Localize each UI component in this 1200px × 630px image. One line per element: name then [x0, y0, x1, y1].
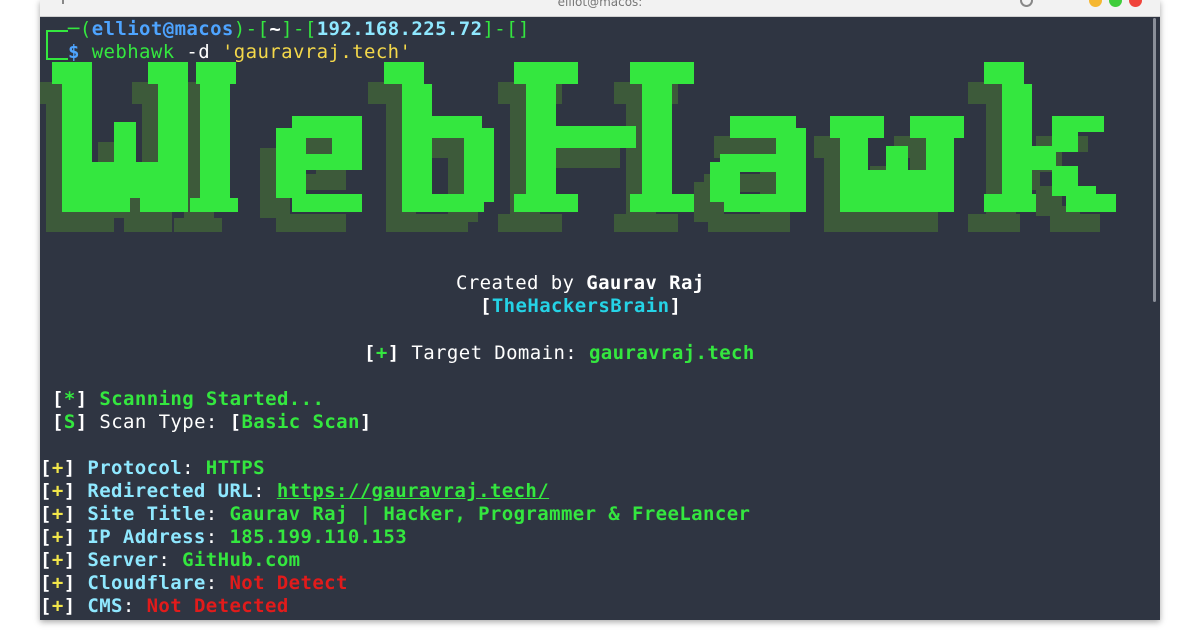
result-label: Protocol — [87, 457, 183, 479]
scan-started-line: [*] Scanning Started... — [52, 388, 325, 410]
target-label: Target Domain: — [411, 342, 578, 364]
result-marker: + — [51, 526, 64, 548]
result-row: [+] Protocol: HTTPS — [40, 457, 265, 479]
scan-started-marker: * — [63, 388, 76, 410]
result-value: Not Detected — [146, 595, 289, 617]
result-row: [+] Site Title: Gaurav Raj | Hacker, Pro… — [40, 503, 751, 525]
result-value: Not Detect — [229, 572, 348, 594]
result-row: [+] IP Address: 185.199.110.153 — [40, 526, 408, 548]
prompt-symbol: $ — [68, 41, 80, 63]
command-line: $ webhawk -d 'gauravraj.tech' — [68, 41, 411, 64]
result-link[interactable]: https://gauravraj.tech/ — [277, 480, 549, 502]
scan-type-marker: S — [63, 411, 76, 433]
result-value: 185.199.110.153 — [229, 526, 408, 548]
prompt-frame — [46, 30, 68, 60]
command-name: webhawk — [91, 41, 175, 63]
result-label: Server — [87, 549, 159, 571]
result-row: [+] Server: GitHub.com — [40, 549, 301, 571]
result-marker: + — [51, 457, 64, 479]
target-marker: + — [375, 342, 388, 364]
terminal-window: elliot@macos: ─(elliot@macos)-[~]-[192.1… — [40, 0, 1160, 620]
prompt-user: elliot — [91, 18, 163, 40]
window-title: elliot@macos: — [557, 0, 643, 9]
result-label: Site Title — [87, 503, 206, 525]
result-value: Gaurav Raj | Hacker, Programmer & FreeLa… — [229, 503, 751, 525]
created-by-line: Created by Gaurav Raj — [456, 272, 705, 295]
team-name: TheHackersBrain — [491, 295, 670, 317]
command-flag: -d — [186, 41, 211, 63]
author-name: Gaurav Raj — [586, 272, 705, 294]
result-row: [+] CMS: Not Detected — [40, 595, 289, 617]
result-marker: + — [51, 572, 64, 594]
prompt-host: macos — [174, 18, 234, 40]
result-value: HTTPS — [205, 457, 265, 479]
result-marker: + — [51, 595, 64, 617]
command-arg: 'gauravraj.tech' — [221, 41, 412, 63]
result-marker: + — [51, 503, 64, 525]
prompt-line: ─(elliot@macos)-[~]-[192.168.225.72]-[] — [68, 18, 530, 40]
target-value: gauravraj.tech — [588, 342, 755, 364]
result-row: [+] Redirected URL: https://gauravraj.te… — [40, 480, 550, 502]
result-row: [+] Cloudflare: Not Detect — [40, 572, 348, 594]
result-value: GitHub.com — [182, 549, 301, 571]
scan-type-label: Scan Type: — [99, 411, 218, 433]
result-label: Cloudflare — [87, 572, 206, 594]
webhawk-banner — [40, 62, 1116, 232]
result-label: CMS — [87, 595, 123, 617]
result-marker: + — [51, 549, 64, 571]
created-by-label: Created by — [456, 272, 575, 294]
target-domain-line: [+] Target Domain: gauravraj.tech — [364, 342, 755, 364]
team-line: [TheHackersBrain] — [480, 295, 682, 317]
prompt-dir: ~ — [269, 18, 282, 40]
result-label: Redirected URL — [87, 480, 254, 502]
result-label: IP Address — [87, 526, 206, 548]
scan-type-line: [S] Scan Type: [Basic Scan] — [52, 411, 372, 433]
scan-type-value: Basic Scan — [241, 411, 360, 433]
title-bar: elliot@macos: — [40, 0, 1160, 17]
scan-started-text: Scanning Started... — [99, 388, 325, 410]
result-marker: + — [51, 480, 64, 502]
prompt-ip: 192.168.225.72 — [316, 18, 483, 40]
